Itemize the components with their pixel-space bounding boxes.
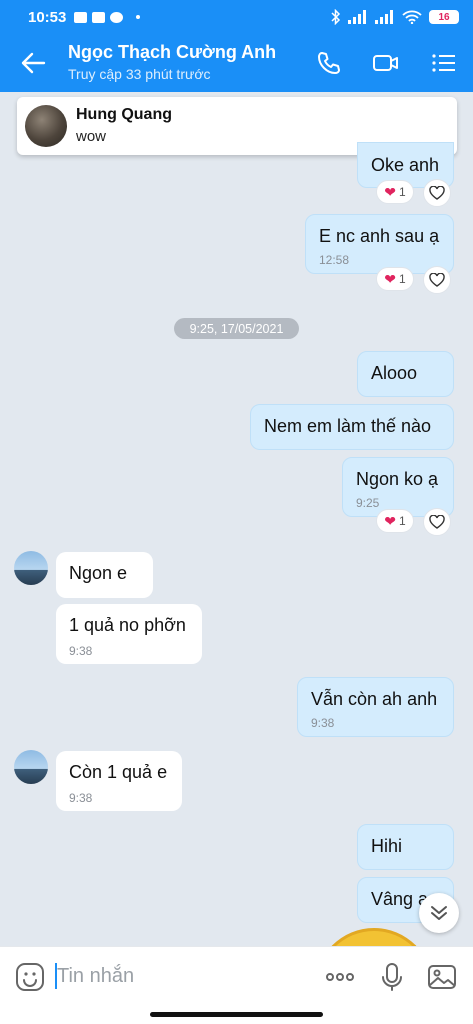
image-gallery-icon[interactable] — [426, 961, 458, 993]
message-text: Ngon ko ạ — [356, 469, 439, 489]
emoji-sticker-icon[interactable] — [14, 961, 46, 993]
messenger-notification-icon — [110, 11, 124, 23]
date-separator: 9:25, 17/05/2021 — [174, 318, 299, 339]
message-text: Nem em làm thế nào — [264, 416, 432, 436]
heart-outline-icon[interactable] — [423, 508, 451, 536]
reaction-count: 1 — [399, 185, 406, 199]
signal-icon — [348, 10, 366, 24]
message-bubble[interactable]: 1 quả no phỡn 9:38 — [56, 604, 202, 664]
reaction-badge[interactable]: ❤ 1 — [376, 180, 414, 204]
message-bubble[interactable]: Hihi — [357, 824, 454, 870]
reaction-badge[interactable]: ❤ 1 — [376, 509, 414, 533]
message-text: Hihi — [371, 836, 403, 856]
pinned-message-text: wow — [76, 128, 107, 145]
message-text: Alooo — [371, 363, 418, 383]
contact-avatar[interactable] — [14, 750, 48, 784]
heart-filled-icon: ❤ — [384, 270, 397, 287]
heart-outline-icon[interactable] — [423, 179, 451, 207]
last-seen-status: Truy cập 33 phút trước — [68, 66, 211, 82]
message-bubble[interactable]: Ngon e — [56, 552, 153, 598]
contact-name[interactable]: Ngọc Thạch Cường Anh — [68, 42, 276, 63]
reaction-count: 1 — [399, 272, 406, 286]
signal-2-icon — [375, 10, 393, 24]
message-input-bar: Tin nhắn — [0, 946, 473, 1006]
heart-outline-icon[interactable] — [423, 266, 451, 294]
wifi-icon — [402, 10, 422, 24]
more-notifications-icon — [136, 15, 141, 19]
avatar — [25, 105, 67, 147]
system-navigation-bar — [0, 1006, 473, 1024]
contact-avatar[interactable] — [14, 551, 48, 585]
message-bubble[interactable]: Còn 1 quả e 9:38 — [56, 751, 182, 811]
message-text: Oke anh — [371, 155, 440, 175]
chevron-double-down-icon — [431, 906, 447, 920]
bluetooth-icon — [331, 9, 341, 25]
home-gesture-bar[interactable] — [150, 1012, 323, 1017]
message-bubble[interactable]: Alooo — [357, 351, 454, 397]
message-bubble[interactable]: Nem em làm thế nào — [250, 404, 454, 450]
message-time: 9:38 — [69, 644, 93, 658]
message-time: 9:25 — [356, 496, 380, 510]
chat-header: Ngọc Thạch Cường Anh Truy cập 33 phút tr… — [0, 34, 473, 92]
message-text: Vẫn còn ah anh — [311, 689, 438, 709]
status-bar: 10:53 16 — [0, 0, 473, 34]
microphone-icon[interactable] — [376, 961, 408, 993]
more-options-icon[interactable] — [324, 961, 356, 993]
reaction-badge[interactable]: ❤ 1 — [376, 267, 414, 291]
message-text: 1 quả no phỡn — [69, 615, 186, 635]
gmail-notification-icon — [92, 11, 106, 23]
message-bubble[interactable]: E nc anh sau ạ 12:58 — [305, 214, 454, 274]
back-arrow-icon[interactable] — [20, 50, 46, 76]
phone-call-icon[interactable] — [315, 49, 343, 77]
message-text: Ngon e — [69, 563, 128, 583]
pinned-sender-name: Hung Quang — [76, 106, 172, 123]
battery-icon: 16 — [429, 10, 459, 24]
message-text: Còn 1 quả e — [69, 762, 168, 782]
heart-filled-icon: ❤ — [384, 512, 397, 529]
menu-list-icon[interactable] — [430, 49, 458, 77]
message-input[interactable]: Tin nhắn — [57, 965, 134, 988]
message-time: 12:58 — [319, 253, 350, 267]
message-text: E nc anh sau ạ — [319, 226, 440, 246]
status-time: 10:53 — [28, 8, 67, 26]
video-call-icon[interactable] — [372, 49, 400, 77]
battery-level: 16 — [438, 11, 450, 23]
scroll-to-bottom-button[interactable] — [419, 893, 459, 933]
reaction-count: 1 — [399, 514, 406, 528]
heart-filled-icon: ❤ — [384, 183, 397, 200]
zalo-notification-icon — [74, 11, 88, 23]
message-time: 9:38 — [69, 791, 93, 805]
message-time: 9:38 — [311, 716, 335, 730]
message-bubble[interactable]: Vẫn còn ah anh 9:38 — [297, 677, 454, 737]
